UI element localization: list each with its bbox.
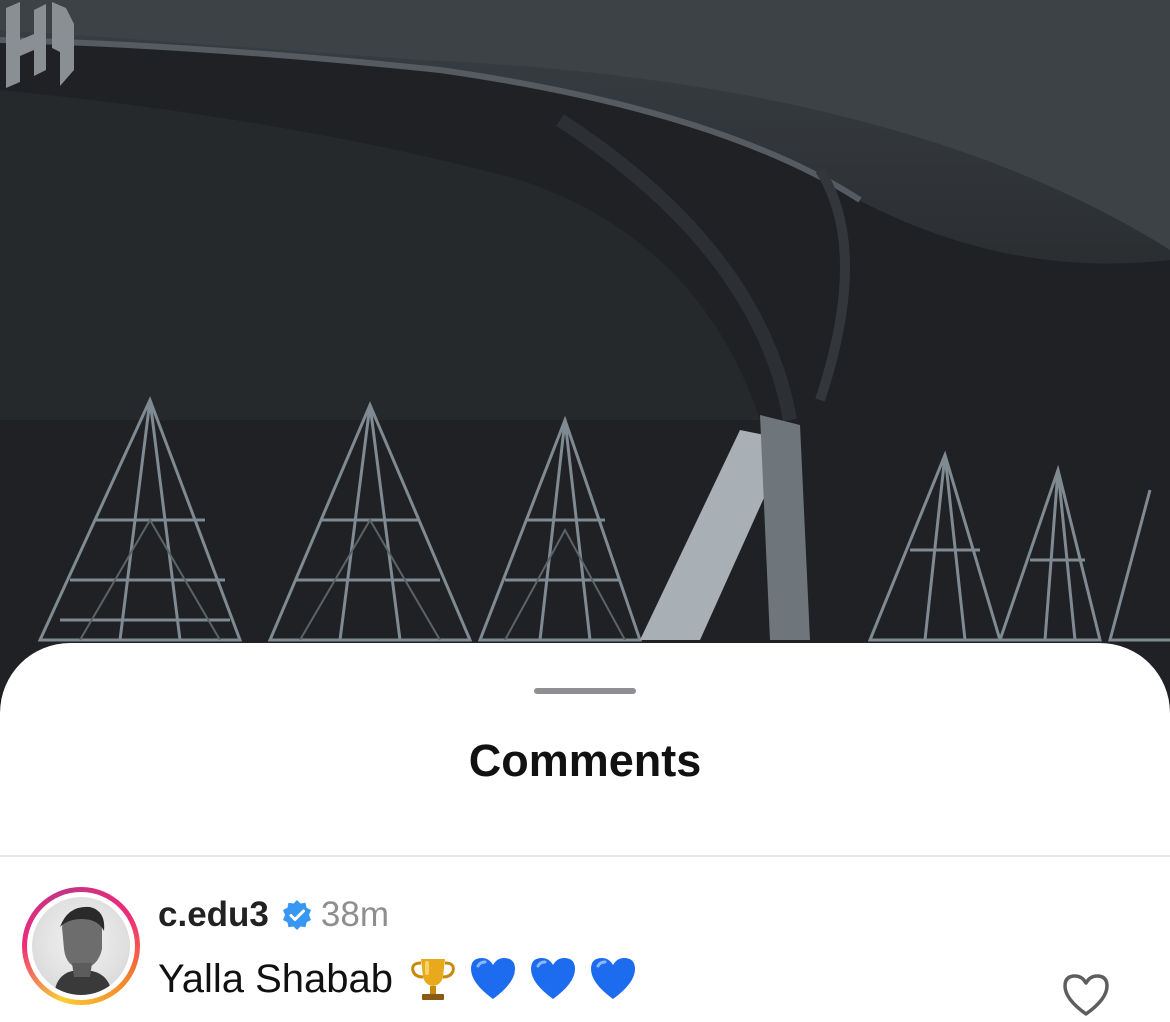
comment-text-row: Yalla Shabab [158, 949, 639, 1009]
comment-item: c.edu3 38m Yalla Shabab [0, 857, 1170, 1022]
stadium-roof-photo [0, 0, 1170, 700]
trophy-icon [411, 959, 455, 1000]
avatar-photo [32, 897, 130, 995]
avatar[interactable] [22, 887, 140, 1005]
verified-badge-icon [282, 900, 311, 930]
blue-heart-icon [531, 958, 575, 999]
sheet-grabber[interactable] [534, 688, 636, 694]
blue-heart-icon [471, 958, 515, 999]
comments-sheet: Comments c.edu3 38m Yalla Shabab [0, 643, 1170, 1022]
comment-meta: c.edu3 38m [158, 893, 389, 937]
comment-text: Yalla Shabab [158, 956, 393, 1001]
like-heart-icon[interactable] [1060, 969, 1112, 1021]
alhilal-logo-icon [6, 2, 74, 88]
comment-time: 38m [320, 895, 389, 934]
comment-username[interactable]: c.edu3 [158, 895, 269, 935]
blue-heart-icon [591, 958, 635, 999]
sheet-title: Comments [468, 735, 702, 786]
post-image [0, 0, 1170, 700]
avatar-portrait-icon [54, 906, 112, 995]
